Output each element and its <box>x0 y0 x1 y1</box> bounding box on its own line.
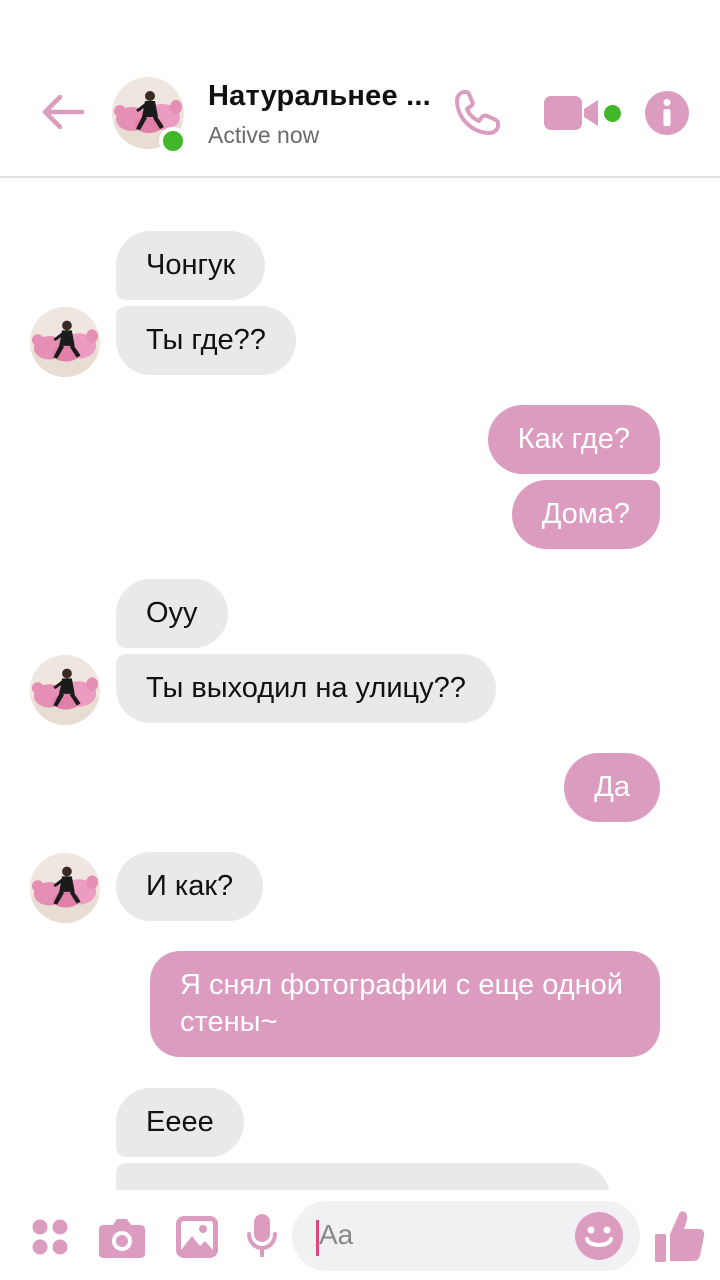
message-bubble-incoming[interactable]: Еeee <box>116 1088 244 1157</box>
back-arrow-icon[interactable] <box>38 88 86 136</box>
microphone-icon[interactable] <box>246 1214 278 1260</box>
camera-icon[interactable] <box>99 1216 145 1258</box>
message-list[interactable]: Чонгук Ты где?? Как где? Дома? Оуу Ты вы… <box>0 180 720 1190</box>
message-bubble-incoming[interactable]: Чонгук <box>116 231 266 300</box>
message-bubble-incoming[interactable]: И как? <box>116 852 264 921</box>
info-icon[interactable] <box>644 90 690 136</box>
video-camera-icon[interactable] <box>544 94 600 132</box>
active-status: Active now <box>208 122 320 148</box>
video-active-dot <box>604 105 621 122</box>
message-bubble-outgoing[interactable]: Как где? <box>487 405 660 474</box>
apps-icon[interactable] <box>31 1218 69 1256</box>
contact-name[interactable]: Натуральнее ... <box>208 80 431 113</box>
contact-avatar-small <box>30 655 100 725</box>
contact-avatar-small <box>30 307 100 377</box>
message-bubble-incoming[interactable]: Ты выходил на улицу?? <box>116 654 496 723</box>
message-bubble-incoming[interactable]: Ты где?? <box>116 306 296 375</box>
contact-avatar-small <box>30 853 100 923</box>
message-bubble-outgoing[interactable]: Да <box>564 753 660 822</box>
message-bubble-outgoing[interactable]: Я снял фотографии с еще одной стены~ <box>150 951 660 1057</box>
message-input[interactable]: Aa <box>292 1201 640 1271</box>
gallery-icon[interactable] <box>176 1216 218 1258</box>
online-status-dot <box>159 127 187 155</box>
emoji-icon[interactable] <box>575 1212 623 1260</box>
message-bubble-outgoing[interactable]: Дома? <box>511 480 660 549</box>
thumbs-up-icon[interactable] <box>655 1210 705 1262</box>
phone-icon[interactable] <box>452 88 502 138</box>
message-input-placeholder: Aa <box>319 1219 354 1250</box>
chat-header: Натуральнее ... Active now <box>0 0 720 178</box>
message-bubble-incoming[interactable]: Оуу <box>116 579 228 648</box>
message-composer: Aa <box>0 1190 720 1280</box>
message-bubble-incoming-partial[interactable] <box>116 1163 610 1190</box>
